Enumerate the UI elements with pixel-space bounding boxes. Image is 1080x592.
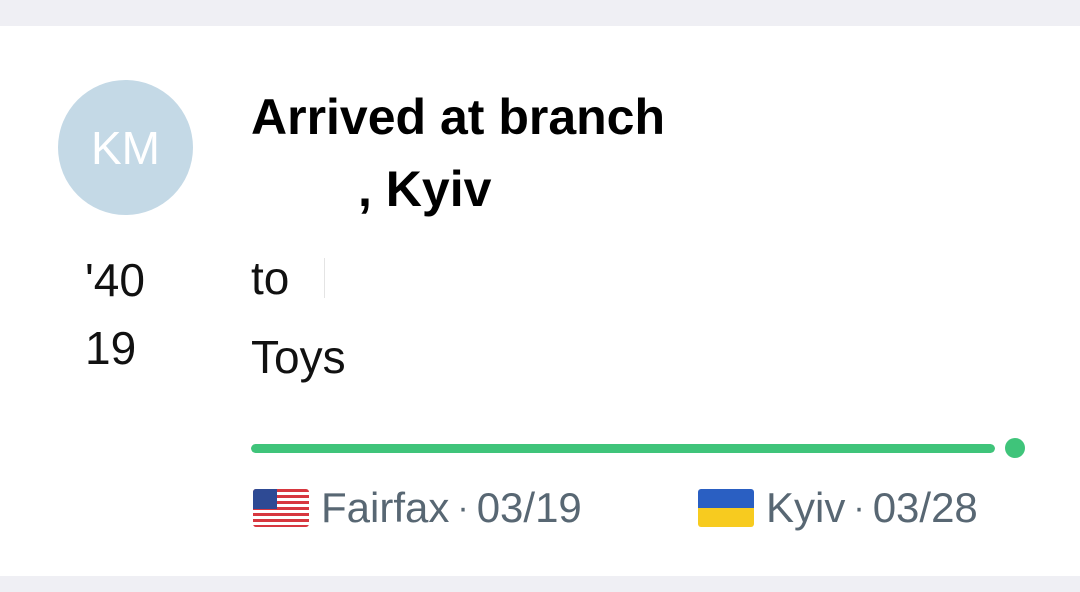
- delivery-progress-bar: [251, 444, 995, 453]
- destination-city: Kyiv: [766, 484, 846, 531]
- year-line-2: 19: [85, 322, 137, 374]
- origin-date: 03/19: [476, 484, 582, 531]
- recipient-divider: [324, 258, 325, 298]
- item-description: Toys: [251, 331, 346, 383]
- origin-city: Fairfax: [321, 484, 450, 531]
- origin-separator: ·: [457, 489, 469, 527]
- shipment-card[interactable]: KM '40 19 Arrived at branch , Kyiv to To…: [0, 26, 1080, 576]
- route-origin: Fairfax · 03/19: [253, 484, 582, 532]
- destination-separator: ·: [853, 489, 865, 527]
- recipient-label: to: [251, 252, 290, 304]
- destination-date: 03/28: [872, 484, 978, 531]
- progress-end-dot: [1005, 438, 1025, 458]
- route-destination: Kyiv · 03/28: [698, 484, 978, 532]
- year-line-1: '40: [85, 254, 145, 306]
- status-location: , Kyiv: [358, 161, 492, 217]
- ukraine-flag-icon: [698, 489, 754, 527]
- delivery-progress-fill: [251, 444, 995, 453]
- us-flag-icon: [253, 489, 309, 527]
- avatar: KM: [58, 80, 193, 215]
- status-title: Arrived at branch: [251, 89, 666, 145]
